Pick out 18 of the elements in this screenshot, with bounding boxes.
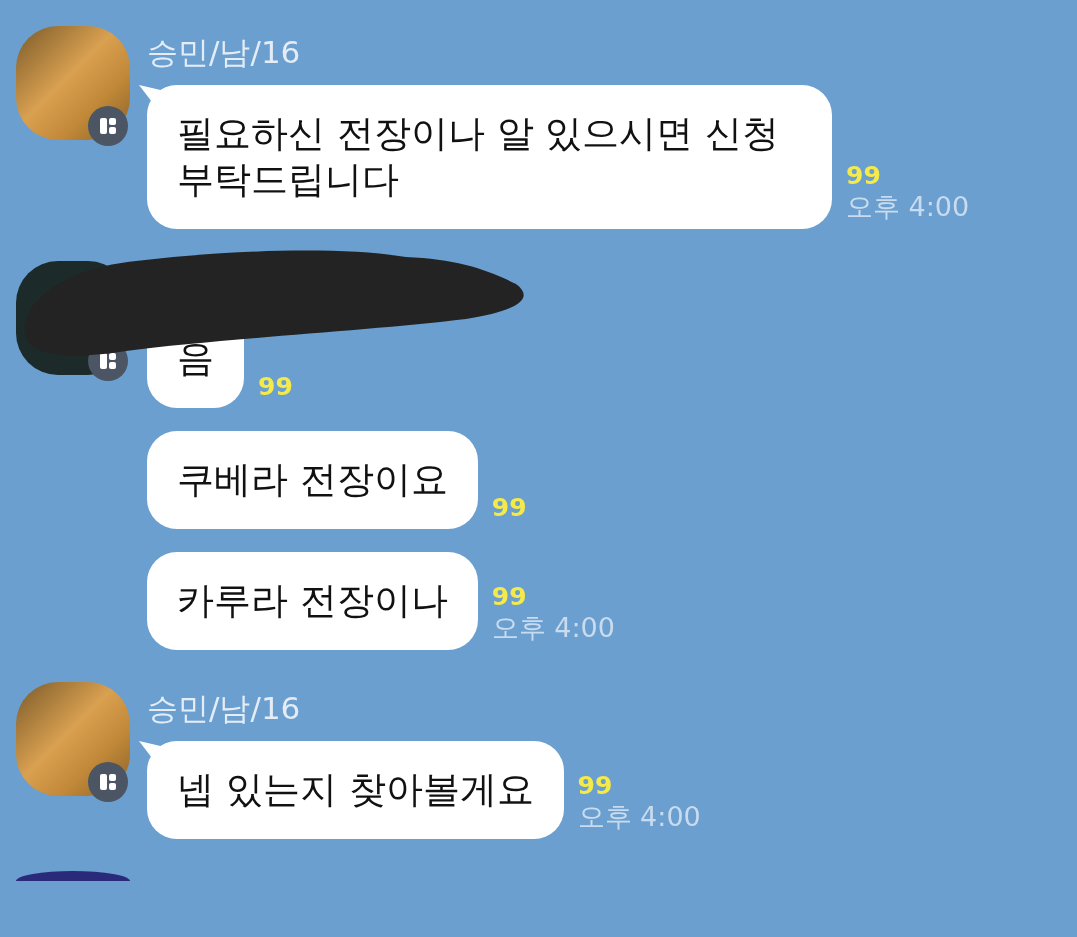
message-time: 오후 4:00 <box>577 801 701 833</box>
sender-name: 승민/남/16 <box>147 689 302 728</box>
sender-name: 승민/남/16 <box>147 33 302 72</box>
unread-count: 99 <box>491 493 527 523</box>
profile-badge-icon <box>88 762 128 802</box>
message-time: 오후 4:00 <box>491 612 615 644</box>
unread-count: 99 <box>491 582 528 612</box>
profile-photo[interactable] <box>16 682 130 796</box>
message-bubble: 쿠베라 전장이요 <box>147 431 478 529</box>
profile-photo[interactable] <box>16 26 130 140</box>
message-bubble: 넵 있는지 찾아볼게요 <box>147 741 564 839</box>
unread-count: 99 <box>577 771 614 801</box>
message-bubble: 카루라 전장이나 <box>147 552 478 650</box>
unread-count: 99 <box>846 161 882 191</box>
profile-badge-icon <box>88 106 128 146</box>
unread-count: 99 <box>258 372 293 402</box>
message-time: 오후 4:00 <box>846 191 970 223</box>
message-bubble: 필요하신 전장이나 알 있으시면 신청 부탁드립니다 <box>147 85 832 229</box>
